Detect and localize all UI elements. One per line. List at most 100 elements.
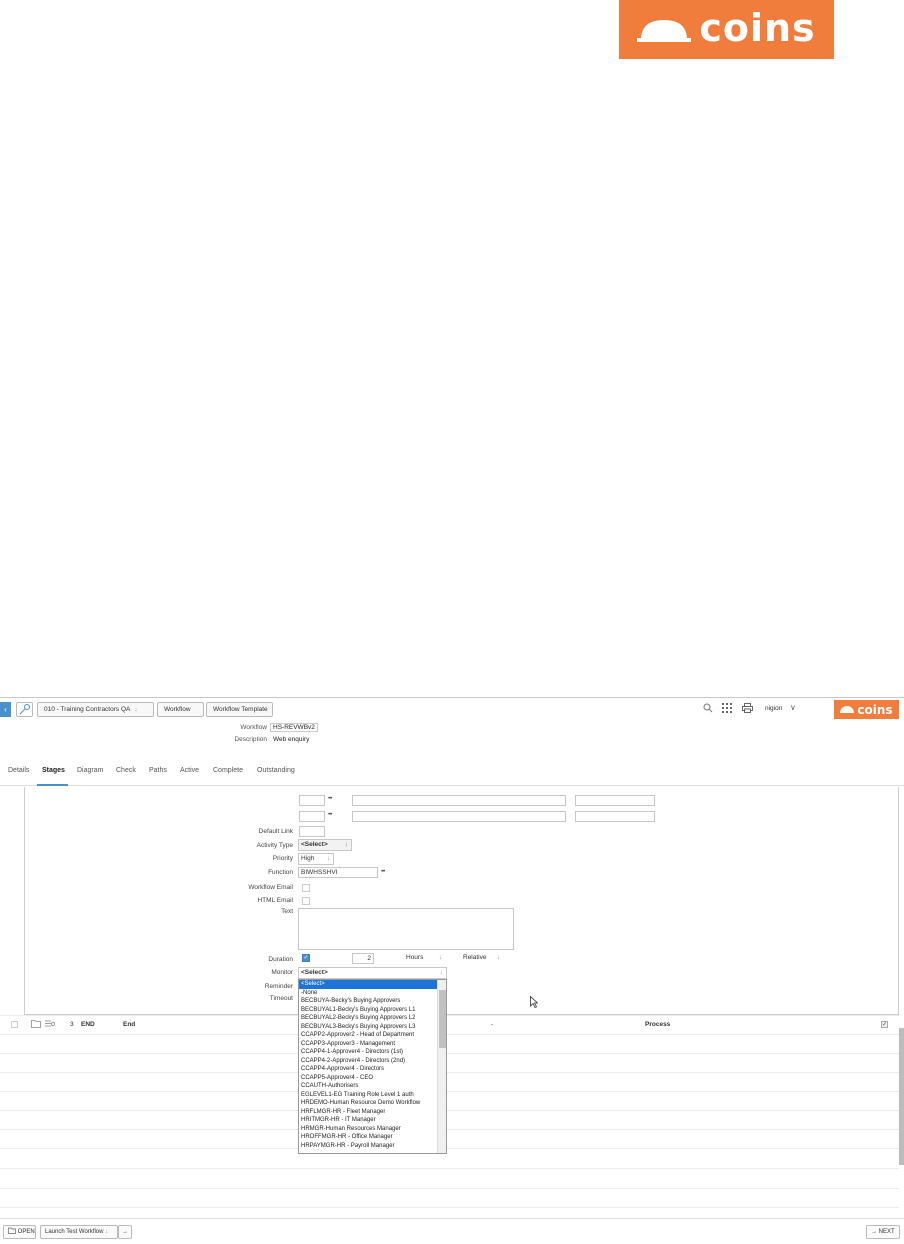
dropdown-option[interactable]: EGLEVEL1-EG Training Role Level 1 auth <box>299 1091 437 1100</box>
table-row[interactable]: 3 END End - Process ✓ <box>0 1018 899 1032</box>
link-extra-input[interactable] <box>575 811 655 822</box>
lookup-dots-icon[interactable]: ••• <box>328 796 332 802</box>
function-label: Function <box>268 869 293 876</box>
dropdown-option[interactable]: HRFLMGR-HR - Fleet Manager <box>299 1108 437 1117</box>
open-button[interactable]: OPEN <box>3 1225 36 1239</box>
key-icon[interactable] <box>16 702 33 717</box>
open-label: OPEN <box>17 1229 35 1235</box>
back-arrow-icon[interactable]: ‹ <box>0 702 11 717</box>
link-description-input[interactable] <box>352 811 566 822</box>
tab-details[interactable]: Details <box>8 767 29 774</box>
monitor-dropdown-list[interactable]: <Select> -None BECBUYA-Becky's Buying Ap… <box>298 979 447 1154</box>
dropdown-option[interactable]: CCAPP3-Approver3 - Management <box>299 1040 437 1049</box>
row-active-checkbox[interactable]: ✓ <box>881 1021 888 1028</box>
dropdown-option[interactable]: CCAPP4-2-Approver4 - Directors (2nd) <box>299 1057 437 1066</box>
dropdown-option[interactable]: HROFFMGR-HR - Office Manager <box>299 1133 437 1142</box>
tab-active[interactable]: Active <box>180 767 199 774</box>
search-icon[interactable] <box>703 703 713 715</box>
user-name[interactable]: nigion <box>765 705 782 712</box>
chevron-down-icon: ↓ <box>326 855 330 862</box>
dropdown-option[interactable]: HRDEMO-Human Resource Demo Workflow <box>299 1099 437 1108</box>
row-divider <box>0 1168 899 1169</box>
folder-icon[interactable] <box>31 1019 41 1030</box>
tab-check[interactable]: Check <box>116 767 136 774</box>
duration-mode-select[interactable]: Relative ↓ <box>461 953 503 965</box>
text-area[interactable] <box>298 908 514 950</box>
dropdown-option[interactable]: BECBUYAL2-Becky's Buying Approvers L2 <box>299 1014 437 1023</box>
dropdown-option[interactable]: CCAPP5-Approver4 - CEO <box>299 1074 437 1083</box>
apps-grid-icon[interactable] <box>722 703 732 715</box>
tab-paths[interactable]: Paths <box>149 767 167 774</box>
dropdown-option[interactable]: CCAPP4-Approver4 - Directors <box>299 1065 437 1074</box>
row-checkbox[interactable] <box>11 1021 18 1028</box>
row-divider <box>0 1129 899 1130</box>
link-extra-input[interactable] <box>575 795 655 806</box>
breadcrumb-label: Workflow <box>164 706 191 713</box>
tab-complete[interactable]: Complete <box>213 767 243 774</box>
dropdown-option[interactable]: CCAPP4-1-Approver4 - Directors (1st) <box>299 1048 437 1057</box>
workflow-email-checkbox[interactable] <box>302 884 310 892</box>
duration-input[interactable]: 2 <box>352 953 374 964</box>
row-divider <box>0 1015 899 1016</box>
monitor-select[interactable]: <Select> ↓ <box>298 967 447 979</box>
launch-test-workflow-button[interactable]: Launch Test Workflow ↓ <box>40 1225 118 1239</box>
html-email-label: HTML Email <box>257 897 293 904</box>
function-input[interactable]: BIWHSSHVI <box>298 867 378 878</box>
next-button[interactable]: → NEXT <box>866 1225 900 1239</box>
page-scrollbar[interactable] <box>899 1028 904 1165</box>
link-code-input[interactable] <box>299 795 325 806</box>
dropdown-option[interactable]: HRMGR-Human Resources Manager <box>299 1125 437 1134</box>
monitor-value: <Select> <box>301 969 328 976</box>
tab-outstanding[interactable]: Outstanding <box>257 767 295 774</box>
reminder-label: Reminder <box>264 983 293 990</box>
link-code-input[interactable] <box>299 811 325 822</box>
timeout-label: Timeout <box>269 995 293 1002</box>
row-divider <box>0 1188 899 1189</box>
default-link-input[interactable] <box>299 826 325 837</box>
hard-hat-icon <box>840 706 855 713</box>
duration-unit-select[interactable]: Hours ↓ <box>404 953 445 965</box>
coins-logo: coins <box>619 0 834 59</box>
row-divider <box>0 1091 899 1092</box>
priority-select[interactable]: High ↓ <box>298 853 334 865</box>
link-description-input[interactable] <box>352 795 566 806</box>
activity-type-value: <Select> <box>301 841 328 848</box>
breadcrumb-template[interactable]: Workflow Template <box>206 702 273 717</box>
print-icon[interactable] <box>742 703 753 715</box>
dropdown-option[interactable]: BECBUYA-Becky's Buying Approvers <box>299 997 437 1006</box>
next-label: NEXT <box>878 1229 895 1235</box>
dropdown-scrollbar[interactable] <box>437 980 446 1153</box>
description-value: Web enquiry <box>273 736 310 743</box>
go-arrow-icon[interactable]: → <box>118 1225 132 1239</box>
scrollbar-thumb[interactable] <box>439 990 446 1048</box>
activity-type-select[interactable]: <Select> ↓ <box>298 839 352 851</box>
breadcrumb-company[interactable]: 010 - Training Contractors QA ↓ <box>37 702 154 717</box>
duration-value: 2 <box>367 955 371 962</box>
dropdown-option[interactable]: BECBUYAL1-Becky's Buying Approvers L1 <box>299 1006 437 1015</box>
lookup-dots-icon[interactable]: ••• <box>381 869 385 875</box>
dropdown-option[interactable]: HRITMGR-HR - IT Manager <box>299 1116 437 1125</box>
html-email-checkbox[interactable] <box>302 897 310 905</box>
row-divider <box>0 1207 899 1208</box>
chevron-down-icon[interactable]: ∨ <box>790 703 796 712</box>
dropdown-option[interactable]: -None <box>299 989 437 998</box>
breadcrumb-workflow[interactable]: Workflow <box>157 702 204 717</box>
tab-stages[interactable]: Stages <box>42 767 65 774</box>
launch-label: Launch Test Workflow <box>45 1229 104 1235</box>
dropdown-option[interactable]: <Select> <box>299 980 437 989</box>
tab-diagram[interactable]: Diagram <box>77 767 103 774</box>
hard-hat-icon <box>637 19 692 42</box>
list-detail-icon[interactable] <box>45 1019 56 1030</box>
monitor-label: Monitor <box>271 969 293 976</box>
duration-checkbox[interactable]: ✓ <box>302 954 310 962</box>
dropdown-option[interactable]: BECBUYAL3-Becky's Buying Approvers L3 <box>299 1023 437 1032</box>
dropdown-option[interactable]: CCAPP2-Approver2 - Head of Department <box>299 1031 437 1040</box>
row-number: 3 <box>70 1021 74 1028</box>
tab-bar: Details Stages Diagram Check Paths Activ… <box>0 759 904 786</box>
dropdown-option[interactable]: CCAUTH-Authorisers <box>299 1082 437 1091</box>
breadcrumb-label: 010 - Training Contractors QA <box>44 706 131 713</box>
row-dash: - <box>491 1021 494 1028</box>
lookup-dots-icon[interactable]: ••• <box>328 812 332 818</box>
dropdown-option[interactable]: HRPAYMGR-HR - Payroll Manager <box>299 1142 437 1151</box>
logo-text: coins <box>699 5 816 50</box>
